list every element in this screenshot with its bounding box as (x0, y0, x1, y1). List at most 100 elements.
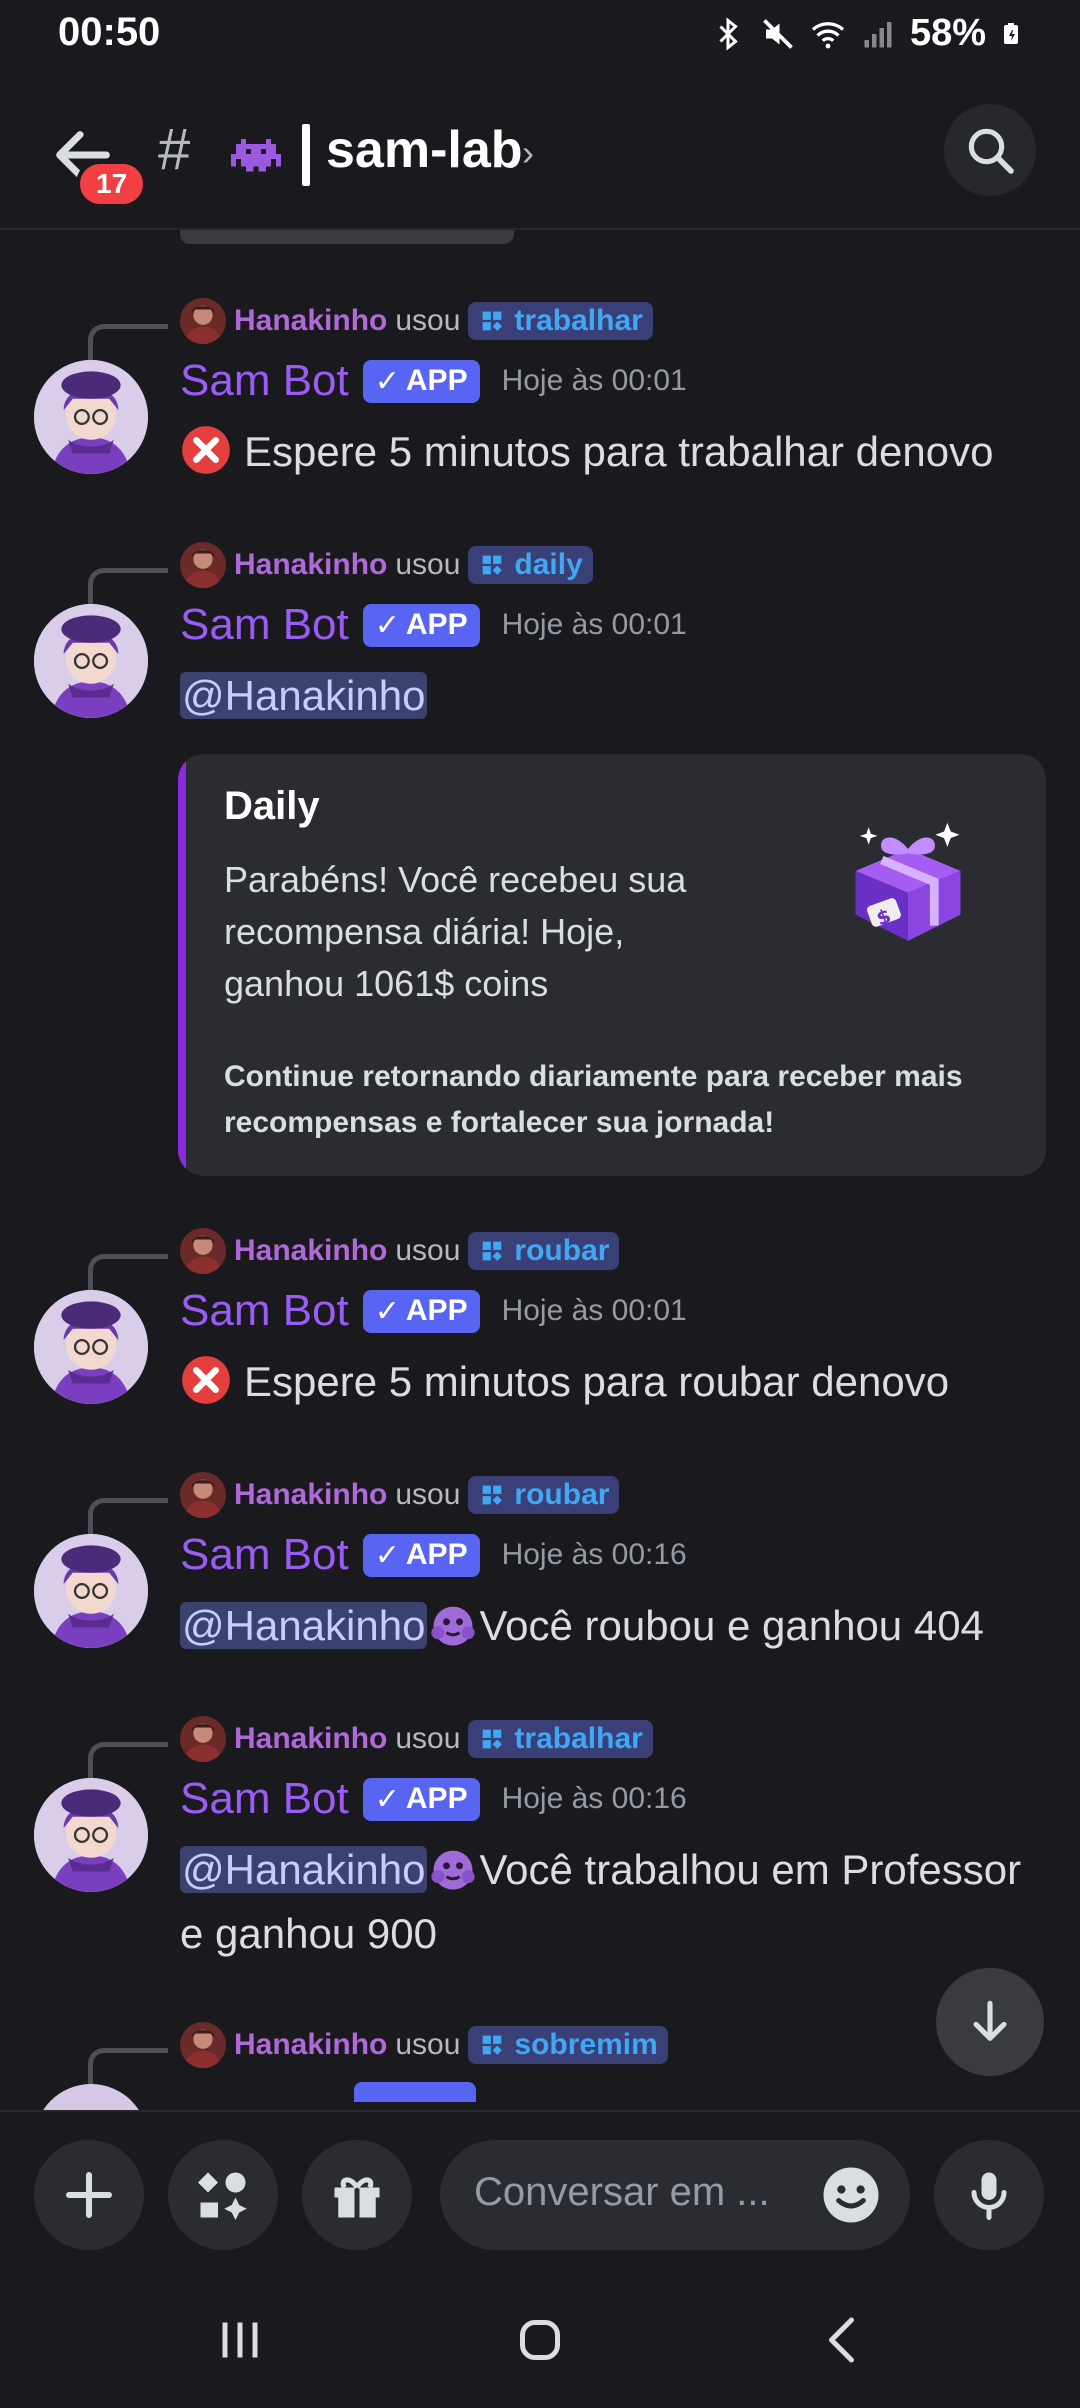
user-avatar-small (180, 542, 226, 588)
back-icon[interactable] (814, 2310, 874, 2370)
previous-message-stub (180, 230, 514, 244)
bot-name[interactable]: Sam Bot (180, 600, 349, 650)
command-pill[interactable]: trabalhar (468, 1720, 653, 1758)
cross-mark-icon (182, 1356, 230, 1404)
slash-command-icon (483, 2035, 503, 2055)
home-icon[interactable] (510, 2310, 570, 2370)
command-pill[interactable]: daily (468, 546, 593, 584)
message-text: Espere 5 minutos para roubar denovo (244, 1358, 950, 1405)
channel-separator (302, 124, 310, 186)
status-time: 00:50 (58, 10, 161, 54)
recent-apps-icon[interactable] (210, 2310, 270, 2370)
app-tag: ✓ APP (362, 603, 480, 647)
emoji-picker-icon[interactable] (818, 2162, 884, 2228)
battery-icon (1004, 22, 1018, 44)
command-pill[interactable]: roubar (468, 1476, 620, 1514)
plus-icon (66, 2172, 112, 2218)
bot-avatar[interactable] (34, 604, 148, 718)
message-composer: Conversar em ... (0, 2110, 1080, 2270)
reply-used-text: usou (395, 548, 461, 581)
apps-icon (198, 2172, 247, 2220)
purple-blob-emoji-icon (431, 1606, 476, 1646)
apps-button[interactable] (168, 2140, 278, 2250)
message-content: @Hanakinho Você roubou e ganhou 404 (180, 1594, 1050, 1658)
unread-badge: 17 (76, 160, 148, 208)
channel-header: 17 # sam-lab › (0, 80, 1080, 230)
reply-header[interactable]: Hanakinho usou roubar (180, 1470, 620, 1520)
channel-name[interactable]: sam-lab (326, 120, 523, 180)
user-mention[interactable]: @Hanakinho (180, 672, 428, 719)
gift-button[interactable] (302, 2140, 412, 2250)
add-attachment-button[interactable] (34, 2140, 144, 2250)
check-icon: ✓ (374, 1782, 400, 1816)
reply-username[interactable]: Hanakinho (234, 304, 387, 338)
bot-name[interactable]: Sam Bot (180, 356, 349, 406)
reply-username[interactable]: Hanakinho (234, 548, 387, 582)
reply-used-text: usou (395, 1722, 461, 1755)
search-button[interactable] (944, 104, 1036, 196)
bot-avatar[interactable] (34, 1534, 148, 1648)
message[interactable]: Hanakinho usou trabalhar Sam Bot ✓ APP Ho… (0, 296, 1080, 496)
user-avatar-small (180, 2022, 226, 2068)
reply-username[interactable]: Hanakinho (234, 2028, 387, 2062)
message-input[interactable]: Conversar em ... (440, 2140, 910, 2250)
app-tag: ✓ APP (362, 359, 480, 403)
check-icon: ✓ (374, 1294, 400, 1328)
system-navigation-bar (0, 2270, 1080, 2408)
wifi-icon (811, 21, 845, 48)
reply-header[interactable]: Hanakinho usou roubar (180, 1226, 620, 1276)
status-icons: 58% (710, 12, 1024, 55)
gift-box-icon: $ (855, 822, 961, 941)
user-mention[interactable]: @Hanakinho (180, 1602, 428, 1649)
voice-message-button[interactable] (934, 2140, 1044, 2250)
reply-header[interactable]: Hanakinho usou trabalhar (180, 296, 653, 346)
message[interactable]: Hanakinho usou roubar Sam Bot ✓ APP Hoje … (0, 1470, 1080, 1670)
message[interactable]: Hanakinho usou sobremim (0, 2020, 1080, 2110)
battery-text: 58% (909, 12, 986, 54)
message[interactable]: Hanakinho usou roubar Sam Bot ✓ APP Hoje … (0, 1226, 1080, 1426)
bot-name[interactable]: Sam Bot (180, 1774, 349, 1824)
bot-name[interactable]: Sam Bot (180, 1286, 349, 1336)
message-list[interactable]: Hanakinho usou trabalhar Sam Bot ✓ APP Ho… (0, 230, 1080, 2110)
jump-to-bottom-button[interactable] (936, 1968, 1044, 2076)
chevron-right-icon[interactable]: › (522, 132, 534, 174)
reply-username[interactable]: Hanakinho (234, 1478, 387, 1512)
reply-header[interactable]: Hanakinho usou sobremim (180, 2020, 668, 2070)
slash-command-icon (483, 311, 503, 331)
reply-used-text: usou (395, 1234, 461, 1267)
command-name: roubar (514, 1478, 610, 1511)
command-pill[interactable]: sobremim (468, 2026, 668, 2064)
bot-avatar[interactable] (34, 1778, 148, 1892)
command-pill[interactable]: roubar (468, 1232, 620, 1270)
message-header: Sam Bot ✓ APP Hoje às 00:16 (180, 1774, 687, 1824)
search-icon (968, 128, 1014, 174)
app-tag-partial (354, 2082, 476, 2102)
reply-username[interactable]: Hanakinho (234, 1722, 387, 1756)
slash-command-icon (483, 555, 503, 575)
user-avatar-small (180, 1716, 226, 1762)
bot-avatar[interactable] (34, 1290, 148, 1404)
cross-mark-icon (182, 426, 230, 474)
bluetooth-icon (719, 16, 738, 51)
check-icon: ✓ (374, 364, 400, 398)
user-mention[interactable]: @Hanakinho (180, 1846, 428, 1893)
signal-icon (864, 21, 892, 47)
command-name: sobremim (514, 2028, 658, 2061)
reply-username[interactable]: Hanakinho (234, 1234, 387, 1268)
reply-used-text: usou (395, 1478, 461, 1511)
command-pill[interactable]: trabalhar (468, 302, 653, 340)
reply-header[interactable]: Hanakinho usou trabalhar (180, 1714, 653, 1764)
message-text: Espere 5 minutos para trabalhar denovo (244, 428, 994, 475)
message-header: Sam Bot ✓ APP Hoje às 00:16 (180, 1530, 687, 1580)
user-avatar-small (180, 1472, 226, 1518)
alien-invader-icon (231, 139, 281, 172)
bot-name[interactable]: Sam Bot (180, 1530, 349, 1580)
reply-header[interactable]: Hanakinho usou daily (180, 540, 593, 590)
message[interactable]: Hanakinho usou trabalhar Sam Bot ✓ APP Ho… (0, 1714, 1080, 1974)
app-tag: ✓ APP (362, 1289, 480, 1333)
slash-command-icon (483, 1485, 503, 1505)
timestamp: Hoje às 00:01 (501, 608, 687, 641)
timestamp: Hoje às 00:16 (501, 1782, 687, 1815)
command-name: trabalhar (514, 304, 643, 337)
bot-avatar[interactable] (34, 360, 148, 474)
